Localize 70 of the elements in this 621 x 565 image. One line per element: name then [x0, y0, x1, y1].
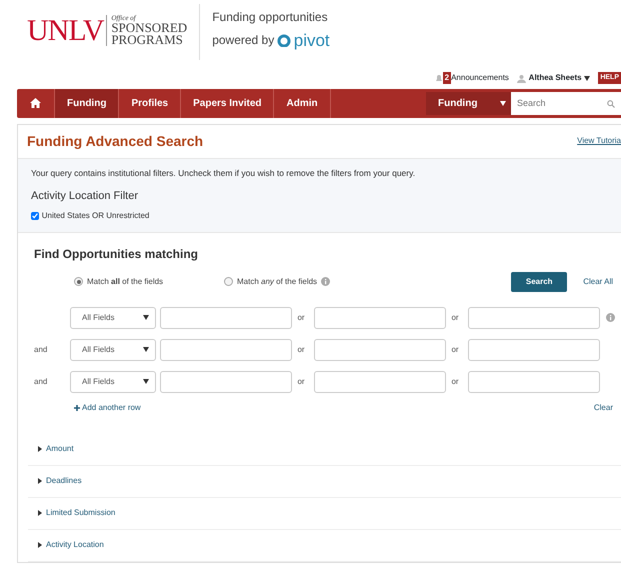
- radio-button[interactable]: [224, 277, 233, 286]
- field-select[interactable]: All Fields: [70, 306, 156, 329]
- clear-all-link[interactable]: Clear All: [583, 276, 613, 288]
- collapsible-section[interactable]: Amount: [38, 443, 74, 456]
- caret-icon: [143, 379, 149, 384]
- input-field[interactable]: [160, 370, 292, 393]
- scope-dropdown[interactable]: Funding: [426, 92, 511, 115]
- caret-icon: [500, 101, 506, 106]
- info-icon[interactable]: [321, 277, 330, 286]
- input-field[interactable]: [314, 370, 446, 393]
- and-label: and: [34, 344, 48, 354]
- tutorial-link[interactable]: View Tutoria: [577, 125, 621, 158]
- nav-tab[interactable]: Papers Invited: [181, 89, 274, 118]
- user-menu[interactable]: Althea Sheets: [528, 72, 582, 84]
- logo-text: SPONSORED: [111, 22, 188, 34]
- plus-icon: [74, 404, 80, 411]
- logo-text: UNLV: [27, 16, 104, 46]
- pivot-logo-text: pivot: [294, 30, 330, 52]
- search-icon[interactable]: [607, 100, 615, 108]
- and-label: and: [34, 376, 48, 386]
- panel-title: Funding Advanced Search: [26, 132, 204, 151]
- radio-button[interactable]: [74, 277, 83, 286]
- collapsible-section[interactable]: Deadlines: [38, 475, 82, 488]
- notice-text: Your query contains institutional filters. Uncheck them if you wish to remove the filters from your query.: [31, 167, 416, 180]
- collapsible-section[interactable]: Activity Location: [38, 539, 104, 552]
- input-field[interactable]: [468, 306, 600, 329]
- announcements-link[interactable]: Announcements: [451, 72, 509, 84]
- field-select[interactable]: All Fields: [70, 338, 156, 361]
- bell-icon: [434, 74, 443, 82]
- nav-tab[interactable]: Funding: [55, 89, 120, 118]
- user-icon: [516, 74, 526, 82]
- match-option-label: Match all of the fields: [87, 276, 164, 288]
- caret-right-icon: [38, 542, 43, 548]
- input-field[interactable]: [314, 306, 446, 329]
- caret-right-icon: [38, 510, 43, 516]
- caret-icon: [584, 76, 590, 80]
- input-field[interactable]: [160, 306, 292, 329]
- field-select[interactable]: All Fields: [70, 370, 156, 393]
- or-label: or: [450, 344, 460, 356]
- nav-tab[interactable]: Admin: [274, 89, 331, 118]
- section-title: Find Opportunities matching: [34, 247, 199, 262]
- match-option-label: Match any of the fields: [237, 276, 318, 288]
- powered-by-text: powered by: [212, 32, 274, 50]
- pivot-logo-icon: [276, 34, 291, 48]
- or-label: or: [450, 312, 460, 324]
- or-label: or: [296, 376, 306, 388]
- search-button[interactable]: Search: [511, 272, 568, 292]
- input-field[interactable]: [468, 338, 600, 361]
- search-field[interactable]: Search: [511, 92, 621, 115]
- caret-icon: [143, 347, 149, 352]
- or-label: or: [450, 376, 460, 388]
- notification-count: 2: [442, 72, 452, 84]
- filter-label: United States OR Unrestricted: [42, 210, 150, 222]
- caret-right-icon: [38, 478, 43, 484]
- add-row-link[interactable]: Add another row: [74, 402, 141, 414]
- caret-right-icon: [38, 446, 43, 452]
- clear-link[interactable]: Clear: [594, 402, 613, 414]
- nav-tab[interactable]: Profiles: [119, 89, 182, 118]
- or-label: or: [296, 344, 306, 356]
- input-field[interactable]: [314, 338, 446, 361]
- logo-text: PROGRAMS: [111, 34, 183, 46]
- collapsible-section[interactable]: Limited Submission: [38, 507, 116, 520]
- input-field[interactable]: [160, 338, 292, 361]
- info-icon[interactable]: [606, 313, 614, 322]
- filter-title: Activity Location Filter: [31, 188, 139, 204]
- or-label: or: [296, 312, 306, 324]
- filter-checkbox[interactable]: [31, 212, 39, 220]
- tagline: Funding opportunities: [212, 9, 329, 26]
- caret-icon: [143, 315, 149, 320]
- input-field[interactable]: [468, 370, 600, 393]
